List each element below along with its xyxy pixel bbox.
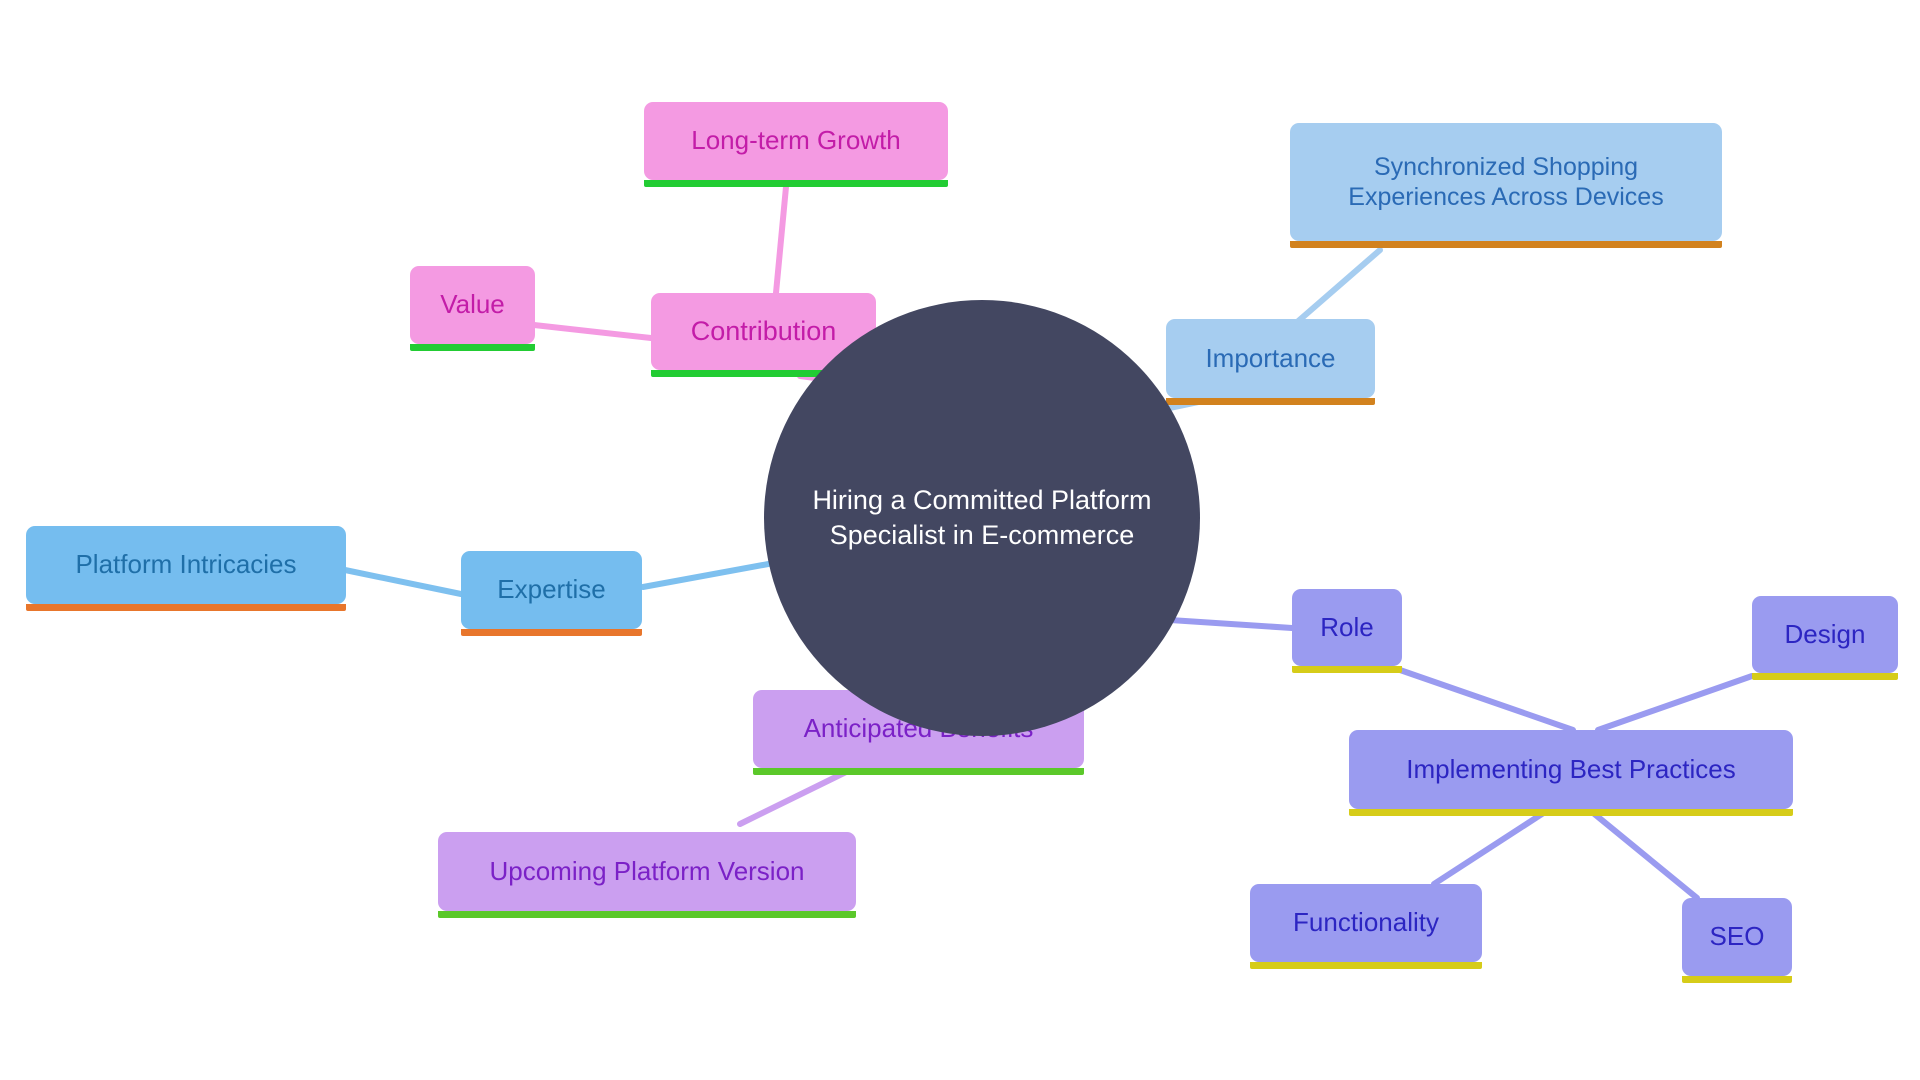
node-implementing-best-practices-label: Implementing Best Practices bbox=[1406, 753, 1736, 784]
node-role[interactable]: Role bbox=[1292, 589, 1402, 673]
node-design[interactable]: Design bbox=[1752, 596, 1898, 680]
node-long-term-growth-label: Long-term Growth bbox=[691, 125, 901, 156]
node-role-label: Role bbox=[1320, 611, 1374, 642]
node-seo-label: SEO bbox=[1709, 921, 1765, 952]
root-node[interactable]: Hiring a Committed Platform Specialist i… bbox=[764, 300, 1200, 736]
node-functionality[interactable]: Functionality bbox=[1250, 884, 1482, 969]
node-importance[interactable]: Importance bbox=[1166, 319, 1375, 405]
node-upcoming-platform-version[interactable]: Upcoming Platform Version bbox=[438, 832, 856, 918]
node-seo[interactable]: SEO bbox=[1682, 898, 1792, 983]
node-design-label: Design bbox=[1784, 618, 1866, 649]
node-upcoming-platform-version-label: Upcoming Platform Version bbox=[489, 855, 805, 886]
edge-contribution-value bbox=[531, 322, 654, 341]
edge-root-role bbox=[1167, 617, 1295, 631]
node-expertise-label: Expertise bbox=[497, 574, 606, 605]
edge-expertise-platform bbox=[342, 567, 464, 597]
edge-contribution-growth bbox=[773, 184, 789, 296]
node-platform-intricacies[interactable]: Platform Intricacies bbox=[26, 526, 346, 611]
edge-design-practices bbox=[1595, 673, 1755, 733]
node-implementing-best-practices[interactable]: Implementing Best Practices bbox=[1349, 730, 1793, 816]
mindmap-canvas: Hiring a Committed Platform Specialist i… bbox=[0, 0, 1920, 1080]
node-functionality-label: Functionality bbox=[1293, 907, 1439, 938]
node-expertise[interactable]: Expertise bbox=[461, 551, 642, 636]
root-node-label: Hiring a Committed Platform Specialist i… bbox=[812, 484, 1152, 550]
edge-importance-sync bbox=[1285, 247, 1383, 333]
node-value-label: Value bbox=[440, 289, 505, 320]
edge-practices-seo bbox=[1589, 809, 1700, 901]
node-sync-shopping[interactable]: Synchronized Shopping Experiences Across… bbox=[1290, 123, 1722, 248]
node-importance-label: Importance bbox=[1205, 342, 1336, 373]
edge-practices-functionality bbox=[1431, 809, 1548, 887]
node-long-term-growth[interactable]: Long-term Growth bbox=[644, 102, 948, 187]
node-sync-shopping-label: Synchronized Shopping Experiences Across… bbox=[1348, 152, 1664, 212]
edge-benefits-upcoming bbox=[737, 769, 849, 827]
node-value[interactable]: Value bbox=[410, 266, 535, 351]
edge-role-practices bbox=[1397, 667, 1576, 733]
node-platform-intricacies-label: Platform Intricacies bbox=[75, 549, 297, 580]
node-contribution-label: Contribution bbox=[690, 316, 837, 347]
